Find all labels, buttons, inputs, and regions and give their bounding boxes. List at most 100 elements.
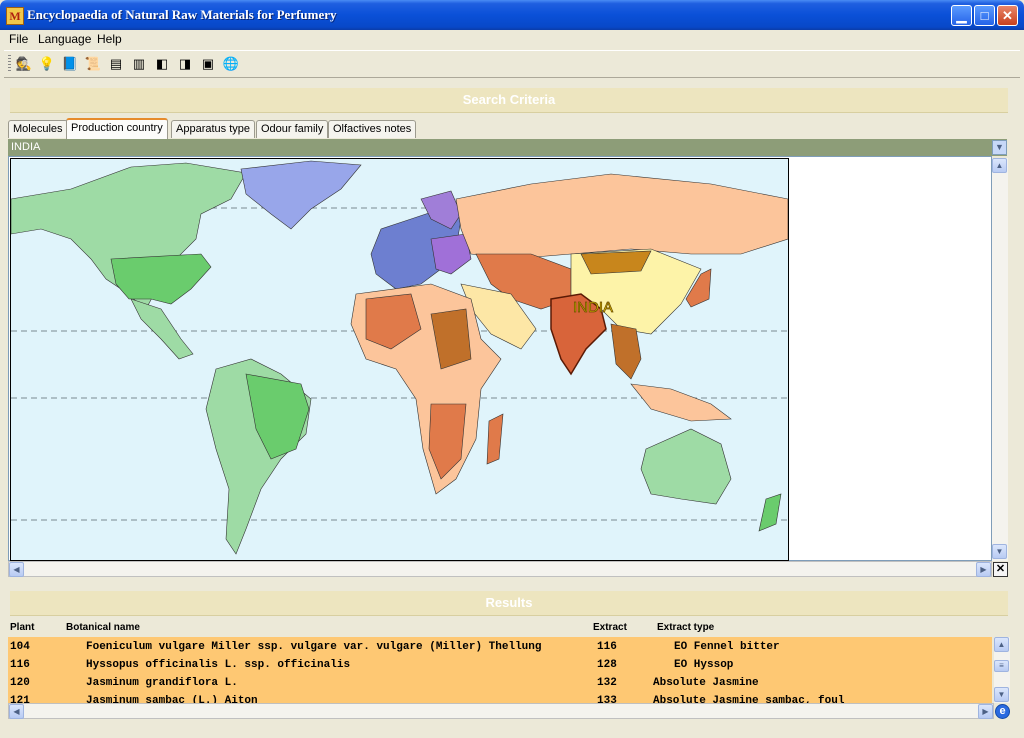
greenland[interactable]	[240, 160, 362, 230]
detective-icon: 🕵	[15, 56, 33, 71]
table-row[interactable]: 120 Jasminum grandiflora L. 132 Absolute…	[8, 674, 992, 692]
map-horizontal-scrollbar[interactable]: ◀ ▶	[8, 561, 992, 577]
results-table: 104 Foeniculum vulgare Miller ssp. vulga…	[8, 637, 992, 703]
toolbar-grip[interactable]	[8, 55, 11, 73]
cell-plant: 116	[10, 659, 30, 671]
table-row[interactable]: 121 Jasminum sambac (L.) Aiton 133 Absol…	[8, 692, 992, 703]
menu-language[interactable]: Language	[38, 32, 91, 46]
app-icon: M	[6, 7, 24, 25]
cell-extract: 128	[597, 659, 617, 671]
country-dropdown-button[interactable]: ▼	[992, 140, 1007, 155]
book-icon: 📘	[61, 56, 79, 71]
panel-arrow-left-icon: ◧	[155, 56, 169, 71]
map-vertical-scrollbar[interactable]: ▲ ▼	[992, 158, 1008, 561]
tab-apparatus-type[interactable]: Apparatus type	[171, 120, 255, 138]
panel-split-icon: ▥	[132, 56, 146, 71]
chevron-down-icon: ▼	[997, 690, 1006, 699]
minimize-icon: ▁	[956, 8, 967, 23]
southeast-asia[interactable]	[610, 323, 642, 380]
chevron-left-icon: ◀	[13, 565, 20, 574]
madagascar[interactable]	[486, 413, 504, 465]
pin-icon: 💡	[38, 56, 56, 71]
cell-botanical-name: Foeniculum vulgare Miller ssp. vulgare v…	[86, 641, 542, 653]
tab-molecules[interactable]: Molecules	[8, 120, 68, 138]
results-info-button[interactable]: e	[995, 704, 1010, 719]
window-title: Encyclopaedia of Natural Raw Materials f…	[27, 7, 337, 22]
column-plant[interactable]: Plant	[10, 622, 34, 633]
europe-east[interactable]	[430, 233, 472, 275]
scroll-down-button[interactable]: ▼	[992, 544, 1007, 559]
world-map-svg[interactable]: INDIA	[11, 159, 788, 560]
selected-country: INDIA	[11, 141, 41, 153]
usa[interactable]	[110, 253, 212, 305]
cell-extract-type: Absolute Jasmine	[653, 677, 759, 689]
cell-extract-type: EO Hyssop	[674, 659, 734, 671]
results-scroll-right-button[interactable]: ▶	[978, 704, 993, 719]
maximize-icon: □	[980, 8, 989, 23]
paper-button[interactable]: 📜	[83, 54, 103, 74]
menu-help[interactable]: Help	[97, 32, 122, 46]
search-criteria-header: Search Criteria	[10, 88, 1008, 113]
chevron-left-icon: ◀	[13, 707, 20, 716]
table-row[interactable]: 104 Foeniculum vulgare Miller ssp. vulga…	[8, 638, 992, 656]
scroll-left-button[interactable]: ◀	[9, 562, 24, 577]
results-vertical-scrollbar[interactable]: ▲ ≡ ▼	[994, 637, 1010, 703]
results-scroll-down-button[interactable]: ▼	[994, 687, 1009, 702]
maximize-button[interactable]: □	[974, 5, 995, 26]
cell-plant: 120	[10, 677, 30, 689]
chevron-down-icon: ▼	[995, 547, 1004, 556]
globe-button[interactable]: 🌐	[221, 54, 241, 74]
window-button[interactable]: ▣	[198, 54, 218, 74]
mexico-central-america[interactable]	[130, 298, 194, 360]
tab-odour-family[interactable]: Odour family	[256, 120, 329, 138]
cell-plant: 104	[10, 641, 30, 653]
scroll-right-button[interactable]: ▶	[976, 562, 991, 577]
chevron-right-icon: ▶	[982, 707, 989, 716]
australia[interactable]	[640, 428, 732, 505]
world-map[interactable]: INDIA	[10, 158, 789, 561]
indonesia[interactable]	[630, 383, 732, 422]
cell-extract: 116	[597, 641, 617, 653]
window-icon: ▣	[201, 56, 215, 71]
panel-arrow-right-icon: ◨	[178, 56, 192, 71]
tab-production-country[interactable]: Production country	[66, 118, 168, 139]
country-select[interactable]: INDIA	[8, 139, 1007, 156]
results-column-headers: Plant Botanical name Extract Extract typ…	[8, 620, 1010, 636]
chevron-right-icon: ▶	[980, 565, 987, 574]
results-scroll-up-button[interactable]: ▲	[994, 637, 1009, 652]
column-extract[interactable]: Extract	[593, 622, 627, 633]
cell-botanical-name: Jasminum sambac (L.) Aiton	[86, 695, 258, 703]
panel-arrow-left-button[interactable]: ◧	[152, 54, 172, 74]
panel-arrow-right-button[interactable]: ◨	[175, 54, 195, 74]
toolbar: 🕵 💡 📘 📜 ▤ ▥ ◧ ◨ ▣ 🌐	[4, 50, 1020, 78]
russia[interactable]	[455, 173, 788, 260]
new-zealand[interactable]	[758, 493, 782, 532]
results-scroll-thumb[interactable]: ≡	[994, 660, 1009, 672]
minimize-button[interactable]: ▁	[951, 5, 972, 26]
scroll-up-button[interactable]: ▲	[992, 158, 1007, 173]
column-botanical-name[interactable]: Botanical name	[66, 622, 140, 633]
panel-split-button[interactable]: ▥	[129, 54, 149, 74]
book-button[interactable]: 📘	[60, 54, 80, 74]
menu-bar: File Language Help	[4, 30, 1020, 49]
cell-botanical-name: Hyssopus officinalis L. ssp. officinalis	[86, 659, 351, 671]
close-map-button[interactable]: ✕	[993, 562, 1008, 577]
title-bar: M Encyclopaedia of Natural Raw Materials…	[0, 0, 1024, 30]
tab-olfactives-notes[interactable]: Olfactives notes	[328, 120, 417, 138]
grip-icon: ≡	[999, 661, 1004, 670]
cell-extract: 133	[597, 695, 617, 703]
detective-button[interactable]: 🕵	[14, 54, 34, 74]
results-scroll-left-button[interactable]: ◀	[9, 704, 24, 719]
pin-button[interactable]: 💡	[37, 54, 57, 74]
panel-left-button[interactable]: ▤	[106, 54, 126, 74]
results-header: Results	[10, 591, 1008, 616]
close-icon: ✕	[995, 563, 1006, 575]
column-extract-type[interactable]: Extract type	[657, 622, 714, 633]
info-icon: e	[999, 705, 1006, 717]
table-row[interactable]: 116 Hyssopus officinalis L. ssp. officin…	[8, 656, 992, 674]
cell-extract-type: EO Fennel bitter	[674, 641, 780, 653]
mongolia[interactable]	[580, 250, 652, 275]
menu-file[interactable]: File	[9, 32, 28, 46]
results-horizontal-scrollbar[interactable]: ◀ ▶	[8, 703, 994, 719]
close-window-button[interactable]: ✕	[997, 5, 1018, 26]
